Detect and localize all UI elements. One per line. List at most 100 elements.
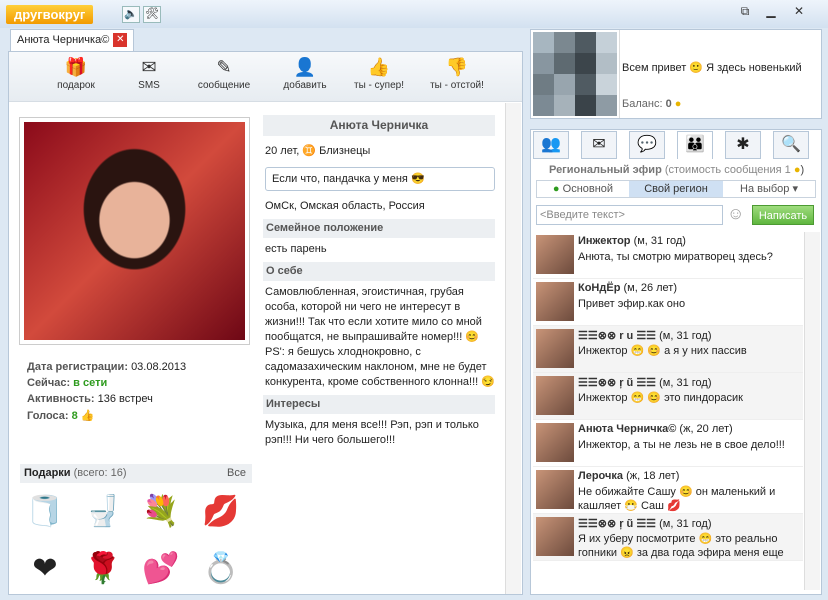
coin-icon: ● (793, 164, 801, 176)
feed-scrollbar[interactable] (804, 232, 820, 590)
my-info: Всем привет 🙂 Я здесь новенький Баланс: … (619, 30, 821, 118)
sender-name[interactable]: Анюта Черничка© (578, 423, 676, 435)
avatar-pixel (554, 95, 575, 116)
reg-label: Дата регистрации: (27, 361, 128, 373)
close-button[interactable]: ✕ (788, 3, 810, 19)
tab-search[interactable]: 🔍 (773, 131, 809, 159)
sms-button[interactable]: ✉ SMS (129, 56, 169, 91)
sender-avatar[interactable] (536, 329, 574, 368)
message-text: Анюта, ты смотрю миратворец здесь? (578, 251, 773, 263)
zodiac: Близнецы (319, 145, 371, 157)
tab-close-icon[interactable]: ✕ (113, 33, 128, 48)
filter-main-label: Основной (562, 183, 614, 195)
gift-button[interactable]: 🎁 подарок (51, 56, 101, 91)
add-friend-button[interactable]: 👤 добавить (277, 56, 333, 91)
feed-message[interactable]: ☰☰⊗⊗ ŗ ũ ☰☰ (м, 31 год) Я их уберу посмот… (533, 514, 803, 561)
feed-message[interactable]: КоНдЁр (м, 26 лет) Привет эфир.как оно (533, 279, 803, 326)
restore-button[interactable]: ⧉ (734, 3, 756, 19)
sound-icon[interactable]: 🔈 (122, 6, 140, 23)
sender-name[interactable]: Инжектор (578, 235, 631, 247)
tab-bluetooth[interactable]: ✱ (725, 131, 761, 159)
minimize-button[interactable]: ▁ (760, 3, 782, 19)
tab-ether[interactable]: 👪 (677, 131, 713, 159)
sender-name[interactable]: КоНдЁр (578, 282, 620, 294)
avatar-pixel (575, 32, 596, 53)
family-header: Семейное положение (263, 219, 495, 238)
avatar-pixel (533, 74, 554, 95)
sender-avatar[interactable] (536, 423, 574, 462)
coin-icon: ● (674, 98, 682, 110)
avatar-pixel (533, 53, 554, 74)
feed-message[interactable]: ☰☰⊗⊗ r u ☰☰ (м, 31 год) Инжектор 😁 😊 а я … (533, 326, 803, 373)
message-text: Я их уберу посмотрите 😁 это реально гопн… (578, 533, 784, 559)
tab-profile[interactable]: Анюта Черничка© ✕ (10, 29, 135, 51)
filter-region[interactable]: Свой регион (629, 181, 723, 197)
feed-message[interactable]: ☰☰⊗⊗ ŗ ũ ☰☰ (м, 31 год) Инжектор 😁 😊 это … (533, 373, 803, 420)
feed-message[interactable]: Анюта Черничка© (ж, 20 лет) Инжектор, а т… (533, 420, 803, 467)
sender-name[interactable]: ☰☰⊗⊗ r u ☰☰ (578, 330, 656, 342)
feed-message[interactable]: Лерочка (ж, 18 лет) Не обижайте Сашу 😊 он… (533, 467, 803, 514)
sender-avatar[interactable] (536, 470, 574, 509)
emoji-icon: 😎 (410, 173, 425, 185)
sender-avatar[interactable] (536, 376, 574, 415)
gift-item[interactable]: ❤ (23, 549, 67, 589)
dislike-button[interactable]: 👎 ты - отстой! (421, 56, 493, 91)
gift-icon: 🎁 (64, 57, 88, 77)
message-header: Лерочка (ж, 18 лет) (578, 470, 679, 482)
message-text: Не обижайте Сашу 😊 он маленький и кашляе… (578, 486, 776, 512)
gift-item[interactable]: 🌹 (81, 549, 125, 589)
tab-contacts[interactable]: 👥 (533, 131, 569, 159)
tab-chat[interactable]: 💬 (629, 131, 665, 159)
avatar-pixel (554, 74, 575, 95)
gift-item[interactable]: 🚽 (81, 492, 125, 532)
sender-name[interactable]: ☰☰⊗⊗ ŗ ũ ☰☰ (578, 518, 656, 530)
sender-name[interactable]: Лерочка (578, 470, 623, 482)
gifts-header: Подарки (всего: 16) Все (20, 464, 252, 483)
settings-icon[interactable]: 🛠 (143, 6, 161, 23)
sender-avatar[interactable] (536, 282, 574, 321)
gift-item[interactable]: 💋 (199, 492, 243, 532)
profile-window: Анюта Черничка© ✕ 🎁 подарок ✉ SMS ✎ сообщени… (8, 29, 523, 595)
message-text: Привет эфир.как оно (578, 298, 686, 310)
sender-avatar[interactable] (536, 517, 574, 556)
right-column: Всем привет 🙂 Я здесь новенький Баланс: … (530, 29, 822, 595)
app-logo: другвокруг (6, 5, 94, 24)
profile-photo[interactable] (19, 117, 250, 345)
sms-icon: ✉ (141, 57, 157, 77)
message-button[interactable]: ✎ сообщение (194, 56, 254, 91)
sender-avatar[interactable] (536, 235, 574, 274)
registration-date: Дата регистрации: 03.08.2013 (27, 361, 186, 373)
gift-item[interactable]: 💐 (139, 492, 183, 532)
sender-meta: (ж, 20 лет) (679, 423, 733, 435)
age: 20 лет, (265, 145, 300, 157)
tab-messages[interactable]: ✉ (581, 131, 617, 159)
interests-text: Музыка, для меня все!!! Рэп, рэп и тольк… (265, 419, 479, 446)
gifts-all-link[interactable]: Все (227, 464, 246, 483)
age-zodiac: 20 лет, ♊ Близнецы (263, 144, 495, 159)
my-status[interactable]: Всем привет 🙂 Я здесь новенький (622, 62, 818, 75)
thumbs-down-icon: 👎 (445, 57, 469, 77)
location: ОмСк, Омская область, Россия (265, 200, 425, 212)
message-label: сообщение (197, 80, 251, 91)
gift-item[interactable]: 💕 (139, 549, 183, 589)
message-input[interactable]: <Введите текст> (536, 205, 723, 225)
filter-choice[interactable]: На выбор ▾ (723, 181, 815, 197)
act-label: Активность: (27, 393, 95, 405)
my-avatar[interactable] (533, 32, 617, 116)
message-header: ☰☰⊗⊗ ŗ ũ ☰☰ (м, 31 год) (578, 376, 711, 389)
smiley-icon[interactable]: ☺ (727, 204, 744, 224)
online-status: Сейчас: в сети (27, 377, 107, 389)
sms-label: SMS (138, 80, 160, 91)
filter-main[interactable]: ● Основной (537, 181, 629, 197)
gift-item[interactable]: 🧻 (23, 492, 67, 532)
avatar-pixel (575, 74, 596, 95)
gift-item[interactable]: 💍 (199, 549, 243, 589)
dislike-label: ты - отстой! (430, 80, 484, 91)
profile-scrollbar[interactable] (505, 103, 521, 594)
like-button[interactable]: 👍 ты - супер! (347, 56, 411, 91)
sender-name[interactable]: ☰☰⊗⊗ ŗ ũ ☰☰ (578, 377, 656, 389)
profile-info: Анюта Черничка 20 лет, ♊ Близнецы Если ч… (263, 115, 495, 448)
sender-meta: (м, 31 год) (659, 518, 712, 530)
send-button[interactable]: Написать (752, 205, 814, 225)
feed-message[interactable]: Инжектор (м, 31 год) Анюта, ты смотрю мир… (533, 232, 803, 279)
